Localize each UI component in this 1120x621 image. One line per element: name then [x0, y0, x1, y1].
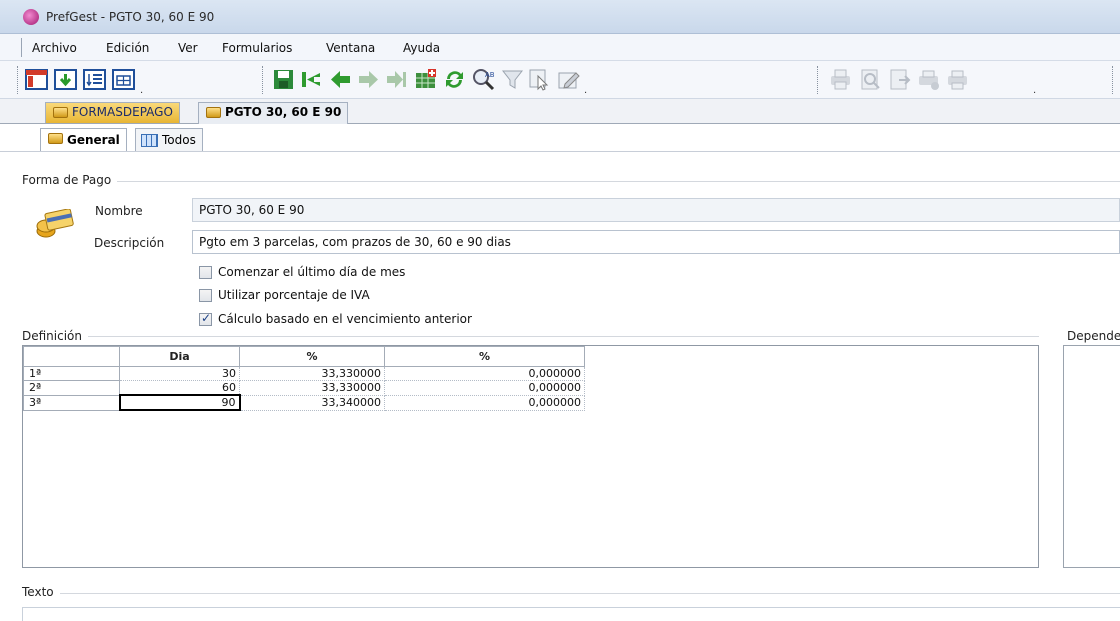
section-dependencias: Depende: [1067, 329, 1120, 343]
menu-ventana[interactable]: Ventana: [326, 41, 375, 55]
menu-ayuda[interactable]: Ayuda: [403, 41, 440, 55]
nombre-field[interactable]: PGTO 30, 60 E 90: [192, 198, 1120, 222]
nombre-label: Nombre: [95, 204, 143, 218]
toolbar: . AB . .: [0, 61, 1120, 99]
definicion-grid[interactable]: Dia % % 1ª 30 33,330000 0,000000 2ª 60 3…: [22, 345, 1039, 568]
toolbar-grip[interactable]: [17, 66, 20, 94]
dependencias-panel[interactable]: [1063, 345, 1120, 568]
cell-pct2[interactable]: 0,000000: [384, 366, 585, 381]
menu-edicion[interactable]: Edición: [106, 41, 149, 55]
sub-tab-strip: General Todos: [0, 124, 1120, 152]
select-icon[interactable]: [527, 67, 552, 92]
tab-label: PGTO 30, 60 E 90: [225, 105, 342, 119]
toolbar-overflow-icon[interactable]: .: [1033, 85, 1036, 96]
svg-text:AB: AB: [485, 71, 495, 79]
menu-archivo[interactable]: Archivo: [32, 41, 77, 55]
first-record-icon[interactable]: [299, 67, 324, 92]
tab-formasdepago[interactable]: FORMASDEPAGO: [45, 102, 180, 123]
edit-icon[interactable]: [556, 67, 581, 92]
last-record-icon[interactable]: [384, 67, 409, 92]
checkbox-label: Cálculo basado en el vencimiento anterio…: [218, 312, 472, 326]
menu-bar: Archivo Edición Ver Formularios Ventana …: [0, 34, 1120, 61]
column-header-pct[interactable]: %: [239, 346, 385, 367]
wallet-icon: [206, 107, 221, 118]
checkbox[interactable]: [199, 289, 212, 302]
toolbar-grip[interactable]: [262, 66, 265, 94]
wallet-icon: [53, 107, 68, 118]
cell-pct[interactable]: 33,340000: [239, 394, 385, 411]
definicion-table: Dia % % 1ª 30 33,330000 0,000000 2ª 60 3…: [23, 346, 585, 411]
tab-todos[interactable]: Todos: [135, 128, 203, 151]
section-divider: [22, 336, 1039, 337]
tab-pgto-30-60-90[interactable]: PGTO 30, 60 E 90: [198, 102, 349, 124]
section-definicion: Definición: [22, 329, 88, 343]
cell-pct2[interactable]: 0,000000: [384, 380, 585, 396]
tab-label: General: [67, 133, 120, 147]
cell-pct2[interactable]: 0,000000: [384, 394, 585, 411]
row-header: 3ª: [23, 394, 120, 411]
document-tab-strip: FORMASDEPAGO PGTO 30, 60 E 90: [0, 99, 1120, 124]
column-header-row: [23, 346, 120, 367]
search-icon[interactable]: AB: [471, 67, 496, 92]
tab-label: Todos: [162, 133, 196, 147]
toolbar-overflow-icon[interactable]: .: [140, 85, 143, 96]
tab-general[interactable]: General: [40, 128, 127, 151]
texto-field[interactable]: [22, 607, 1120, 621]
save-icon[interactable]: [271, 67, 296, 92]
toolbar-grip[interactable]: [817, 66, 820, 94]
wallet-icon: [48, 133, 63, 144]
menu-separator: [21, 38, 22, 57]
refresh-icon[interactable]: [442, 67, 467, 92]
column-header-pct2[interactable]: %: [384, 346, 585, 367]
next-record-icon[interactable]: [356, 67, 381, 92]
filter-icon[interactable]: [500, 67, 525, 92]
sort-list-icon[interactable]: [82, 67, 107, 92]
prefgest-logo-icon: [23, 9, 39, 25]
section-texto: Texto: [22, 585, 60, 599]
row-header: 2ª: [23, 380, 120, 396]
row-header: 1ª: [23, 366, 120, 381]
window-icon[interactable]: [24, 67, 49, 92]
cell-dia[interactable]: 30: [119, 366, 240, 381]
window-title: PrefGest - PGTO 30, 60 E 90: [46, 10, 215, 24]
download-icon[interactable]: [53, 67, 78, 92]
table-icon: [141, 134, 158, 147]
payment-card-icon: [36, 208, 76, 239]
toolbar-grip[interactable]: [1112, 66, 1115, 94]
print-options-icon[interactable]: [945, 67, 970, 92]
descripcion-label: Descripción: [94, 236, 165, 250]
toolbar-overflow-icon[interactable]: .: [584, 85, 587, 96]
print-preview-icon[interactable]: [858, 67, 883, 92]
cell-pct[interactable]: 33,330000: [239, 380, 385, 396]
section-divider: [22, 181, 1120, 182]
checkbox-label: Utilizar porcentaje de IVA: [218, 288, 370, 302]
title-bar: PrefGest - PGTO 30, 60 E 90: [0, 0, 1120, 34]
checkbox[interactable]: [199, 311, 212, 326]
checkbox-label: Comenzar el último día de mes: [218, 265, 406, 279]
table-row[interactable]: 2ª 60 33,330000 0,000000: [23, 380, 585, 396]
previous-record-icon[interactable]: [328, 67, 353, 92]
export-icon[interactable]: [887, 67, 912, 92]
print-setup-icon[interactable]: [916, 67, 941, 92]
cell-pct[interactable]: 33,330000: [239, 366, 385, 381]
checkbox[interactable]: [199, 266, 212, 279]
table-view-icon[interactable]: [111, 67, 136, 92]
print-icon[interactable]: [828, 67, 853, 92]
descripcion-field[interactable]: Pgto em 3 parcelas, com prazos de 30, 60…: [192, 230, 1120, 254]
table-row[interactable]: 1ª 30 33,330000 0,000000: [23, 366, 585, 381]
cell-dia[interactable]: 60: [119, 380, 240, 396]
section-forma-de-pago: Forma de Pago: [22, 173, 118, 187]
menu-formularios[interactable]: Formularios: [222, 41, 292, 55]
cell-dia-selected[interactable]: 90: [118, 394, 241, 411]
section-divider: [22, 593, 1120, 594]
add-record-icon[interactable]: [413, 67, 438, 92]
table-row[interactable]: 3ª 90 33,340000 0,000000: [23, 394, 585, 411]
tab-label: FORMASDEPAGO: [72, 105, 173, 119]
menu-ver[interactable]: Ver: [178, 41, 198, 55]
column-header-dia[interactable]: Dia: [119, 346, 240, 367]
